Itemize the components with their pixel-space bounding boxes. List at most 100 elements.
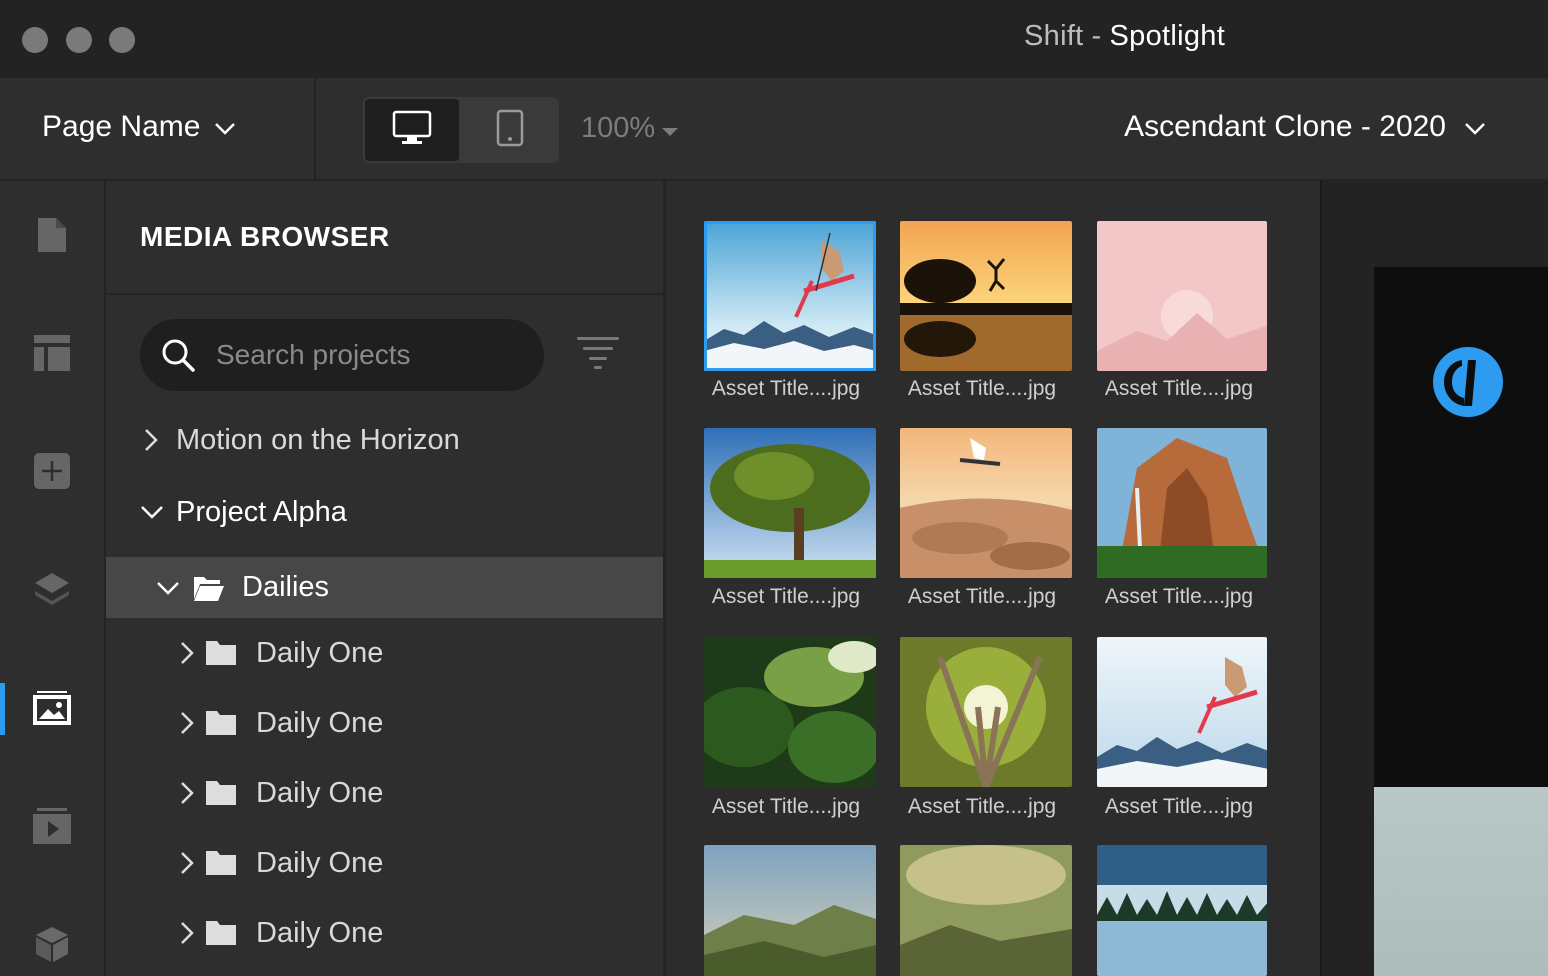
asset-title: Asset Title....jpg (1104, 795, 1254, 818)
layers-button[interactable] (0, 562, 104, 622)
cube-icon (34, 925, 70, 968)
tree-item-label: Dailies (242, 571, 330, 603)
asset-thumbnail[interactable] (900, 637, 1072, 787)
asset-thumbnail[interactable] (1097, 428, 1267, 578)
minimize-window-button[interactable] (66, 27, 92, 53)
toolbar-divider (314, 78, 316, 181)
tree-item-daily-one[interactable]: Daily One (106, 838, 663, 888)
asset-thumbnail[interactable] (704, 637, 876, 787)
canvas-preview (1320, 181, 1548, 976)
tree-item-label: Daily One (256, 706, 384, 739)
tool-rail (0, 181, 106, 976)
asset-title: Asset Title....jpg (907, 585, 1057, 608)
folder-icon (206, 921, 236, 945)
folder-open-icon (194, 575, 224, 601)
asset-thumbnail[interactable] (704, 428, 876, 578)
chevron-right-icon (180, 711, 194, 735)
tree-item-daily-one[interactable]: Daily One (106, 768, 663, 818)
video-icon (33, 807, 71, 849)
caret-down-icon (661, 112, 679, 145)
chevron-right-icon (180, 921, 194, 945)
media-icon (33, 690, 71, 730)
window-title: Shift - Spotlight (1024, 20, 1225, 53)
layout-button[interactable] (0, 325, 104, 385)
media-browser-panel: MEDIA BROWSER Motion on the Horizon Proj… (106, 181, 666, 976)
page-icon (36, 216, 68, 259)
asset-thumbnail[interactable] (900, 428, 1072, 578)
title-separator: - (1091, 20, 1102, 52)
pages-button[interactable] (0, 207, 104, 267)
filter-button[interactable] (576, 335, 620, 375)
tree-item-label: Daily One (256, 846, 384, 879)
layers-icon (33, 571, 71, 614)
project-dropdown[interactable]: Ascendant Clone - 2020 (1124, 110, 1486, 144)
asset-title: Asset Title....jpg (1104, 377, 1254, 400)
document-name: Spotlight (1109, 20, 1226, 52)
asset-title: Asset Title....jpg (1104, 585, 1254, 608)
tree-item-label: Daily One (256, 916, 384, 949)
asset-title: Asset Title....jpg (907, 795, 1057, 818)
page-name-dropdown[interactable]: Page Name (42, 110, 236, 144)
layout-icon (34, 334, 70, 376)
tablet-icon (496, 109, 524, 152)
folder-icon (206, 781, 236, 805)
asset-thumbnail[interactable] (900, 221, 1072, 371)
add-element-button[interactable] (0, 443, 104, 503)
video-button[interactable] (0, 798, 104, 858)
page-name-label: Page Name (42, 110, 201, 143)
folder-icon (206, 641, 236, 665)
tablet-view-button[interactable] (461, 97, 559, 163)
toolbar: Page Name 100% Ascendant Clone - 2020 (0, 78, 1548, 181)
asset-thumbnail[interactable] (1097, 221, 1267, 371)
folder-icon (206, 711, 236, 735)
brand-logo-icon (1432, 346, 1504, 423)
preview-dark-section (1374, 267, 1548, 787)
folder-icon (206, 851, 236, 875)
components-button[interactable] (0, 916, 104, 976)
chevron-right-icon (180, 641, 194, 665)
tree-item-daily-one[interactable]: Daily One (106, 628, 663, 678)
zoom-dropdown[interactable]: 100% (581, 112, 679, 145)
asset-title: Asset Title....jpg (711, 377, 861, 400)
asset-thumbnail[interactable] (704, 845, 876, 976)
asset-title: Asset Title....jpg (711, 585, 861, 608)
chevron-down-icon (156, 581, 180, 595)
tree-item-daily-one[interactable]: Daily One (106, 698, 663, 748)
tree-item-motion-on-the-horizon[interactable]: Motion on the Horizon (106, 415, 663, 465)
preview-image-section (1374, 787, 1548, 976)
zoom-level: 100% (581, 112, 656, 144)
asset-thumbnail[interactable] (1097, 637, 1267, 787)
project-name: Ascendant Clone - 2020 (1124, 110, 1446, 143)
tree-item-dailies[interactable]: Dailies (106, 557, 663, 618)
asset-grid: Asset Title....jpg Asset Title....jpg As… (669, 181, 1320, 976)
tree-item-label: Daily One (256, 776, 384, 809)
chevron-down-icon (1464, 110, 1486, 144)
asset-thumbnail[interactable] (1097, 845, 1267, 976)
device-toggle (363, 97, 559, 163)
asset-thumbnail[interactable] (900, 845, 1072, 976)
app-name: Shift (1024, 20, 1084, 52)
chevron-right-icon (180, 781, 194, 805)
tree-item-project-alpha[interactable]: Project Alpha (106, 487, 663, 537)
filter-icon (577, 335, 619, 376)
media-browser-header: MEDIA BROWSER (106, 181, 663, 295)
chevron-down-icon (140, 505, 164, 519)
desktop-view-button[interactable] (363, 97, 461, 163)
tree-item-daily-one[interactable]: Daily One (106, 908, 663, 958)
maximize-window-button[interactable] (109, 27, 135, 53)
title-bar: Shift - Spotlight (0, 0, 1548, 78)
close-window-button[interactable] (22, 27, 48, 53)
media-button[interactable] (0, 680, 104, 740)
panel-title: MEDIA BROWSER (140, 221, 390, 252)
add-icon (34, 452, 70, 494)
chevron-right-icon (180, 851, 194, 875)
search-box (140, 319, 544, 391)
tree-item-label: Motion on the Horizon (176, 423, 460, 456)
tree-item-label: Daily One (256, 636, 384, 669)
asset-thumbnail[interactable] (704, 221, 876, 371)
chevron-down-icon (214, 110, 236, 144)
tree-item-label: Project Alpha (176, 495, 347, 528)
search-input[interactable] (216, 339, 516, 371)
chevron-right-icon (144, 428, 158, 452)
asset-title: Asset Title....jpg (907, 377, 1057, 400)
